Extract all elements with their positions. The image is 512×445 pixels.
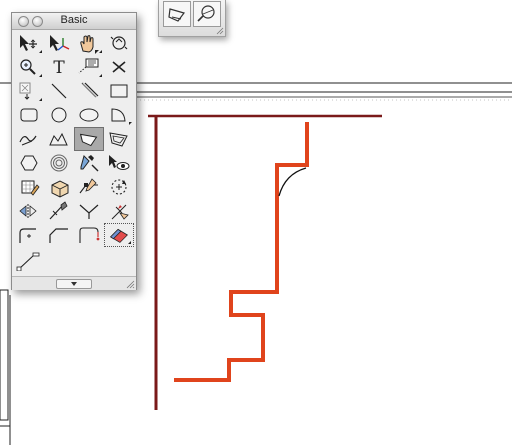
rounded-rectangle-tool-icon [20,108,38,122]
submenu-triangle-icon [39,50,42,53]
zoom-view-button[interactable] [193,1,221,27]
polygon-tool-icon [79,133,98,147]
triangle-down-icon [71,282,77,286]
rotate-tool-icon [111,179,127,195]
clip-tool-icon [79,227,100,243]
submenu-triangle-icon [39,98,42,101]
3d-selection-tool-icon [50,35,70,51]
rectangle-tool-button[interactable] [104,79,134,103]
mirror-tool-button[interactable] [14,199,44,223]
flyover-icon [110,36,128,50]
tool-grid: T [14,31,134,271]
flyover-button[interactable] [104,31,134,55]
trim-tool-icon [111,204,129,220]
arc-tool-button[interactable] [104,103,134,127]
clip-cube-tool-icon [51,180,69,198]
fillet-tool-button[interactable] [14,223,44,247]
freehand-tool-button[interactable] [14,127,44,151]
fillet-tool-icon [19,228,36,243]
polyline-tool-button[interactable] [44,127,74,151]
rotate-tool-button[interactable] [104,175,134,199]
freehand-tool-icon [19,135,37,146]
snap-loupe-button[interactable] [14,79,44,103]
top-tool-palette [158,0,226,37]
eyedropper-tool-icon [80,155,99,172]
palette-footer [12,276,136,290]
connect-combine-tool-icon [79,204,99,219]
flip-view-icon [168,8,186,22]
spiral-tool-button[interactable] [44,151,74,175]
line-tool-button[interactable] [44,79,74,103]
basic-tool-palette: Basic T [11,12,137,290]
profile-arc[interactable] [278,167,307,197]
trim-tool-button[interactable] [104,199,134,223]
reshape-tool-button[interactable] [74,175,104,199]
polyline-tool-icon [49,132,68,146]
submenu-triangle-icon [128,241,131,244]
oval-tool-icon [79,108,99,122]
svg-text:T: T [53,58,65,78]
eyedropper-tool-button[interactable] [74,151,104,175]
chamfer-tool-icon [49,228,68,243]
double-line-tool-icon [81,82,99,98]
resize-grip-icon[interactable] [216,27,224,35]
rounded-rectangle-tool-button[interactable] [14,103,44,127]
mirror-tool-icon [19,204,37,218]
submenu-triangle-icon [99,50,102,53]
spiral-tool-icon [50,154,68,172]
circle-tool-button[interactable] [44,103,74,127]
drawing-border [0,289,9,421]
split-tool-button[interactable] [44,199,74,223]
rectangle-tool-icon [110,84,128,98]
text-tool-button[interactable]: T [44,55,74,79]
magnifier-icon [197,5,215,22]
palette-expand-button[interactable] [56,279,92,289]
submenu-triangle-icon [99,74,102,77]
view-tool-button[interactable] [163,1,191,27]
resize-grip-icon[interactable] [126,280,135,289]
pan-hand-button[interactable] [74,31,104,55]
locus-tool-button[interactable] [104,55,134,79]
stepped-profile-polyline[interactable] [174,122,309,382]
text-tool-icon: T [53,58,65,78]
polygon-tool-button[interactable] [74,127,104,151]
visibility-tool-button[interactable] [104,151,134,175]
attribute-mapping-tool-button[interactable] [14,175,44,199]
selection-tool-button[interactable] [14,31,44,55]
callout-tool-button[interactable] [74,55,104,79]
double-line-polygon-tool-button[interactable] [104,127,134,151]
3d-selection-tool-button[interactable] [44,31,74,55]
connect-combine-tool-button[interactable] [74,199,104,223]
offset-tool-icon [16,252,40,271]
oval-tool-button[interactable] [74,103,104,127]
eraser-tool-button[interactable] [104,223,134,247]
submenu-triangle-icon [39,74,42,77]
attribute-mapping-tool-icon [21,180,40,196]
double-line-polygon-tool-icon [109,132,128,147]
visibility-tool-icon [109,155,130,170]
arc-tool-icon [111,108,132,125]
offset-tool-button[interactable] [14,247,44,271]
reshape-tool-icon [79,178,98,194]
regular-polygon-tool-icon [20,155,38,171]
regular-polygon-tool-button[interactable] [14,151,44,175]
zoom-button[interactable] [14,55,44,79]
split-tool-icon [49,201,68,220]
circle-tool-icon [51,107,67,123]
locus-tool-icon [112,61,126,73]
palette-title: Basic [60,14,88,26]
clip-tool-button[interactable] [74,223,104,247]
clip-cube-tool-button[interactable] [44,175,74,199]
chamfer-tool-button[interactable] [44,223,74,247]
double-line-tool-button[interactable] [74,79,104,103]
line-tool-icon [51,83,67,99]
palette-titlebar[interactable]: Basic [12,13,136,30]
